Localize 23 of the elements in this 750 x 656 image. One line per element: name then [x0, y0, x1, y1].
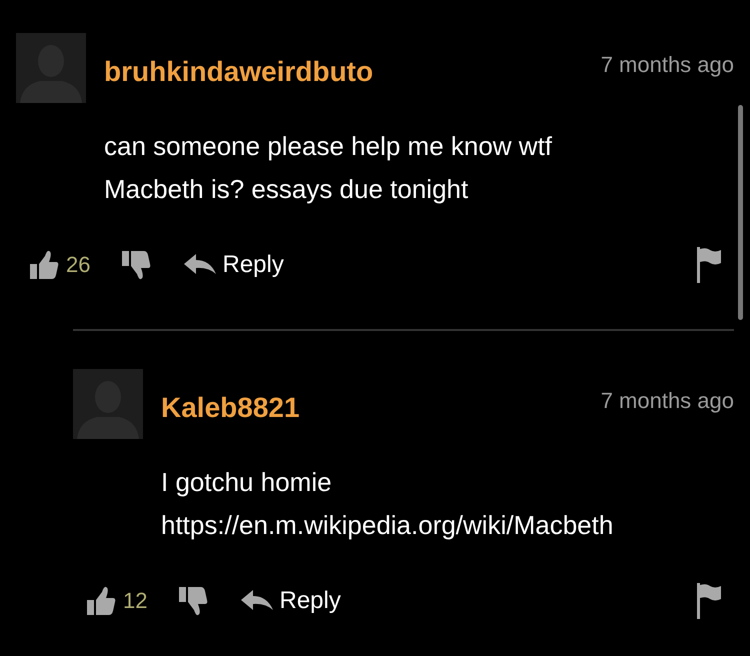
like-count: 12: [123, 588, 148, 614]
like-count: 26: [66, 252, 90, 278]
thumbs-up-icon[interactable]: [28, 250, 60, 280]
username[interactable]: Kaleb8821: [161, 392, 300, 424]
flag-icon[interactable]: [696, 247, 722, 283]
comment-text: can someone please help me know wtf: [104, 130, 554, 163]
reply-arrow-icon: [241, 590, 274, 612]
timestamp: 7 months ago: [600, 388, 734, 414]
timestamp: 7 months ago: [600, 52, 734, 78]
comment-text: Macbeth is? essays due tonight: [104, 173, 470, 206]
avatar-icon: [16, 33, 86, 103]
thumbs-up-icon[interactable]: [85, 586, 117, 616]
scrollbar[interactable]: [738, 105, 743, 320]
reply-arrow-icon: [184, 254, 216, 276]
comment-text: I gotchu homie: [161, 466, 333, 499]
flag-icon[interactable]: [696, 583, 722, 619]
reply-button[interactable]: Reply: [184, 251, 284, 279]
thumbs-down-icon[interactable]: [120, 250, 152, 280]
comment-text: https://en.m.wikipedia.org/wiki/Macbeth: [161, 509, 614, 542]
reply-button[interactable]: Reply: [241, 587, 341, 615]
avatar-icon: [73, 369, 143, 439]
thumbs-down-icon[interactable]: [177, 586, 210, 616]
username[interactable]: bruhkindaweirdbuto: [104, 56, 374, 88]
